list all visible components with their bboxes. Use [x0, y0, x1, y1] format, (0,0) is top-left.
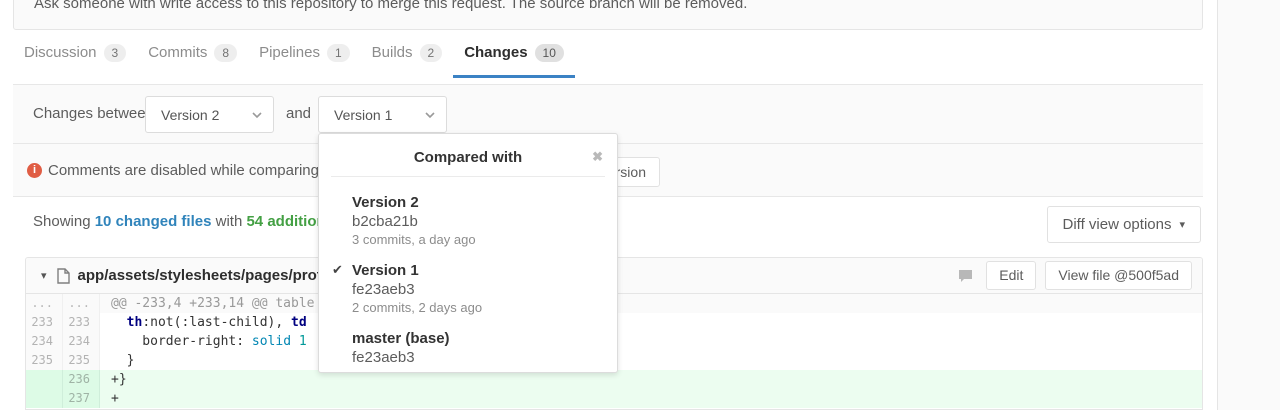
- diff-code-line: border-right: solid 1: [100, 332, 1202, 351]
- tab-count-badge: 1: [327, 44, 350, 62]
- old-line-number[interactable]: 233: [26, 313, 63, 332]
- tab-commits[interactable]: Commits 8: [137, 30, 248, 78]
- showing-label: Showing: [33, 213, 91, 230]
- version-select-right-value: Version 1: [334, 107, 392, 123]
- info-circle-icon: i: [27, 163, 42, 178]
- diff-stats-text: Showing 10 changed files with 54 additio…: [33, 213, 363, 230]
- dropdown-item-version-1[interactable]: ✔ Version 1fe23aeb32 commits, 2 days ago: [319, 254, 617, 322]
- warning-text: Comments are disabled while comparing tw: [48, 162, 338, 179]
- diff-code-line: }: [100, 351, 1202, 370]
- close-icon[interactable]: ✖: [592, 149, 603, 165]
- diff-code-line: th:not(:last-child), td: [100, 313, 1202, 332]
- tab-label: Commits: [148, 44, 207, 61]
- file-path[interactable]: app/assets/stylesheets/pages/profile: [78, 267, 339, 284]
- diff-view-options-label: Diff view options: [1063, 216, 1172, 233]
- old-line-number[interactable]: [26, 389, 63, 408]
- version-select-left-value: Version 2: [161, 107, 219, 123]
- changes-between-label: Changes between: [33, 85, 154, 143]
- dropdown-header: Compared with ✖: [331, 134, 605, 177]
- diff-code-line: @@ -233,4 +233,14 @@ table: [100, 294, 1202, 313]
- version-name: Version 2: [352, 193, 603, 212]
- tab-label: Discussion: [24, 44, 97, 61]
- version-meta: 2 commits, 2 days ago: [352, 299, 603, 317]
- compared-with-dropdown: Compared with ✖ Version 2b2cba21b3 commi…: [318, 133, 618, 373]
- version-sha: b2cba21b: [352, 212, 603, 231]
- comment-bubble-icon[interactable]: [958, 269, 973, 283]
- collapsed-right-sidebar[interactable]: [1217, 0, 1280, 410]
- version-name: Version 1: [352, 261, 603, 280]
- dropdown-title: Compared with: [414, 149, 522, 166]
- version-name: master (base): [352, 329, 603, 348]
- caret-down-icon: ▾: [1179, 218, 1185, 231]
- tab-builds[interactable]: Builds 2: [361, 30, 454, 78]
- file-actions: Edit View file @500f5ad: [958, 261, 1192, 290]
- new-line-number[interactable]: 234: [63, 332, 100, 351]
- file-document-icon: [57, 268, 70, 284]
- merge-request-widget: Ask someone with write access to this re…: [13, 0, 1203, 30]
- tab-pipelines[interactable]: Pipelines 1: [248, 30, 361, 78]
- version-sha: fe23aeb3: [352, 280, 603, 299]
- merge-notice-text: Ask someone with write access to this re…: [34, 0, 1182, 12]
- chevron-down-icon: [424, 111, 436, 119]
- chevron-down-icon: [251, 111, 263, 119]
- edit-file-button[interactable]: Edit: [986, 261, 1036, 290]
- diff-view-options-button[interactable]: Diff view options ▾: [1047, 206, 1201, 243]
- view-file-button[interactable]: View file @500f5ad: [1045, 261, 1192, 290]
- tab-changes[interactable]: Changes 10: [453, 30, 575, 78]
- tab-label: Changes: [464, 44, 527, 61]
- tab-discussion[interactable]: Discussion 3: [13, 30, 137, 78]
- new-line-number[interactable]: 237: [63, 389, 100, 408]
- new-line-number[interactable]: 235: [63, 351, 100, 370]
- tab-count-badge: 10: [535, 44, 564, 62]
- old-line-number[interactable]: 235: [26, 351, 63, 370]
- changed-files-link[interactable]: 10 changed files: [95, 213, 212, 230]
- tab-label: Pipelines: [259, 44, 320, 61]
- new-line-number[interactable]: 236: [63, 370, 100, 389]
- old-line-number[interactable]: [26, 370, 63, 389]
- diff-code-line: +}: [100, 370, 1202, 389]
- dropdown-item-version-2[interactable]: Version 2b2cba21b3 commits, a day ago: [319, 186, 617, 254]
- old-line-number[interactable]: 234: [26, 332, 63, 351]
- check-icon: ✔: [332, 262, 343, 278]
- tab-count-badge: 8: [214, 44, 237, 62]
- old-line-number[interactable]: ...: [26, 294, 63, 313]
- dropdown-list: Version 2b2cba21b3 commits, a day ago ✔ Ve…: [319, 177, 617, 381]
- tab-count-badge: 2: [420, 44, 443, 62]
- dropdown-item-master-base-[interactable]: master (base)fe23aeb3: [319, 322, 617, 372]
- diff-row: 237+: [26, 389, 1202, 408]
- version-select-left[interactable]: Version 2: [145, 96, 274, 133]
- version-meta: 3 commits, a day ago: [352, 231, 603, 249]
- tab-count-badge: 3: [104, 44, 127, 62]
- new-line-number[interactable]: ...: [63, 294, 100, 313]
- with-label: with: [216, 213, 243, 230]
- collapse-caret-icon[interactable]: ▾: [41, 269, 47, 282]
- tabs: Discussion 3 Commits 8 Pipelines 1 Builds 2 Chan…: [13, 30, 575, 78]
- diff-code-line: +: [100, 389, 1202, 408]
- version-sha: fe23aeb3: [352, 348, 603, 367]
- tab-label: Builds: [372, 44, 413, 61]
- and-label: and: [286, 85, 311, 143]
- version-select-right[interactable]: Version 1: [318, 96, 447, 133]
- new-line-number[interactable]: 233: [63, 313, 100, 332]
